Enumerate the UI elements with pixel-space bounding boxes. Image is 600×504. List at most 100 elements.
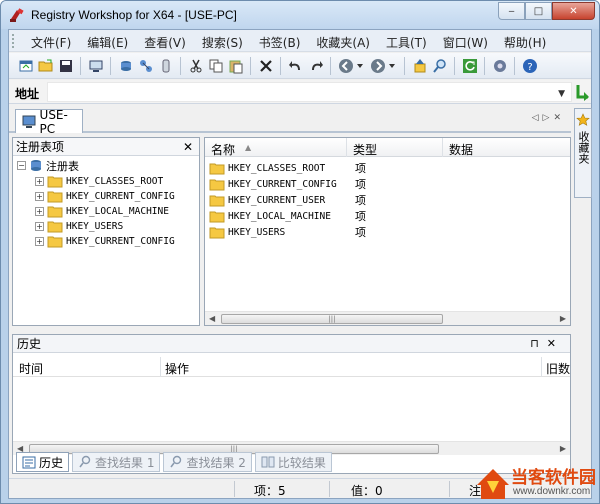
open-folder-icon[interactable] (37, 57, 55, 75)
remote-registry-icon[interactable] (87, 57, 105, 75)
favorites-label: 收藏夹 (577, 131, 590, 164)
network-icon[interactable] (137, 57, 155, 75)
settings-icon[interactable] (491, 57, 509, 75)
expand-icon[interactable]: + (35, 222, 44, 231)
forward-dropdown-icon[interactable] (387, 57, 397, 75)
find-icon[interactable] (431, 57, 449, 75)
menu-view[interactable]: 查看(V) (136, 34, 194, 51)
scroll-left-icon[interactable]: ◀ (209, 314, 215, 323)
scrollbar-thumb[interactable]: ||| (221, 314, 443, 324)
menu-window[interactable]: 窗口(W) (435, 34, 496, 51)
menu-search[interactable]: 搜索(S) (194, 34, 251, 51)
registry-key-icon[interactable] (117, 57, 135, 75)
client-area: 文件(F) 编辑(E) 查看(V) 搜索(S) 书签(B) 收藏夹(A) 工具(… (8, 29, 592, 499)
help-icon[interactable]: ? (521, 57, 539, 75)
menu-bookmarks[interactable]: 书签(B) (251, 34, 309, 51)
find-icon (79, 455, 91, 468)
address-dropdown-icon[interactable]: ▼ (558, 89, 565, 99)
history-close-icon[interactable]: ✕ (547, 337, 564, 350)
column-divider[interactable] (346, 138, 347, 157)
tree-item[interactable]: + HKEY_LOCAL_MACHINE (35, 204, 169, 219)
refresh-icon[interactable] (461, 57, 479, 75)
save-icon[interactable] (57, 57, 75, 75)
item-name: HKEY_CURRENT_CONFIG (228, 178, 337, 190)
list-item[interactable]: HKEY_CURRENT_CONFIG 项 (209, 176, 366, 192)
scroll-right-icon[interactable]: ▶ (560, 314, 566, 323)
tab-label: USE-PC (39, 107, 68, 136)
address-input[interactable]: ▼ (47, 82, 572, 102)
list-header: 名称 ▲ 类型 数据 (205, 138, 570, 157)
delete-icon[interactable] (257, 57, 275, 75)
expand-icon[interactable]: + (35, 192, 44, 201)
tree-item[interactable]: + HKEY_CURRENT_CONFIG (35, 189, 175, 204)
horizontal-scrollbar[interactable]: ◀ ||| ▶ (205, 311, 570, 325)
forward-icon[interactable] (369, 57, 387, 75)
collapse-icon[interactable]: − (17, 161, 26, 170)
column-divider[interactable] (541, 357, 542, 377)
minimize-button[interactable]: ‒ (498, 2, 525, 20)
column-time[interactable]: 时间 (19, 360, 43, 377)
back-dropdown-icon[interactable] (355, 57, 365, 75)
menu-file[interactable]: 文件(F) (23, 34, 79, 51)
favorites-side-tab[interactable]: 收藏夹 (574, 108, 592, 198)
tab-find-results-1[interactable]: 查找结果 1 (72, 452, 161, 472)
toolbar-separator (404, 57, 405, 75)
list-item[interactable]: HKEY_USERS 项 (209, 224, 366, 240)
undo-icon[interactable] (287, 57, 305, 75)
list-item[interactable]: HKEY_LOCAL_MACHINE 项 (209, 208, 366, 224)
tab-compare-results[interactable]: 比较结果 (254, 452, 332, 472)
column-divider[interactable] (442, 138, 443, 157)
window-title: Registry Workshop for X64 - [USE-PC] (31, 8, 237, 22)
toolbar: ? (9, 53, 591, 79)
redo-icon[interactable] (307, 57, 325, 75)
history-header: 历史 ⊓✕ (13, 335, 570, 353)
title-bar[interactable]: Registry Workshop for X64 - [USE-PC] ‒ □… (1, 1, 599, 29)
pin-icon[interactable]: ⊓ (530, 337, 547, 350)
column-divider[interactable] (160, 357, 161, 377)
new-window-icon[interactable] (17, 57, 35, 75)
folder-icon (209, 195, 225, 206)
list-item[interactable]: HKEY_CURRENT_USER 项 (209, 192, 366, 208)
tree-item[interactable]: + HKEY_CURRENT_CONFIG (35, 234, 175, 249)
maximize-button[interactable]: □ (525, 2, 552, 20)
up-level-icon[interactable] (411, 57, 429, 75)
expand-icon[interactable]: + (35, 177, 44, 186)
menu-tools[interactable]: 工具(T) (378, 34, 435, 51)
app-window: Registry Workshop for X64 - [USE-PC] ‒ □… (0, 0, 600, 504)
tree-item-label: HKEY_CURRENT_CONFIG (66, 236, 175, 247)
tree-item-label: HKEY_CURRENT_CONFIG (66, 191, 175, 202)
column-name[interactable]: 名称 (211, 141, 235, 158)
hive-icon[interactable] (157, 57, 175, 75)
column-operation[interactable]: 操作 (165, 360, 189, 377)
column-old-data[interactable]: 旧数据 (546, 360, 570, 377)
item-name: HKEY_CURRENT_USER (228, 194, 326, 206)
status-item-count: 项：5 (254, 484, 286, 498)
tab-use-pc[interactable]: USE-PC (15, 107, 83, 136)
column-type[interactable]: 类型 (353, 141, 377, 158)
tab-navigation-icons[interactable]: ◁▷✕ (532, 113, 565, 123)
panel-close-icon[interactable]: ✕ (183, 140, 193, 154)
expand-icon[interactable]: + (35, 237, 44, 246)
status-separator (234, 481, 235, 497)
tree-item[interactable]: + HKEY_USERS (35, 219, 123, 234)
close-button[interactable]: ✕ (552, 2, 595, 20)
list-item[interactable]: HKEY_CLASSES_ROOT 项 (209, 160, 366, 176)
status-separator (329, 481, 330, 497)
tree-root[interactable]: − 注册表 (17, 158, 79, 173)
tab-find-results-2[interactable]: 查找结果 2 (163, 452, 252, 472)
column-data[interactable]: 数据 (449, 141, 473, 158)
back-icon[interactable] (337, 57, 355, 75)
expand-icon[interactable]: + (35, 207, 44, 216)
paste-icon[interactable] (227, 57, 245, 75)
tab-history[interactable]: 历史 (16, 452, 70, 472)
item-name: HKEY_CLASSES_ROOT (228, 162, 326, 174)
cut-icon[interactable] (187, 57, 205, 75)
menu-favorites[interactable]: 收藏夹(A) (308, 34, 378, 51)
copy-icon[interactable] (207, 57, 225, 75)
tree-item-label: HKEY_CLASSES_ROOT (66, 176, 164, 187)
menu-edit[interactable]: 编辑(E) (79, 34, 136, 51)
tree-item[interactable]: + HKEY_CLASSES_ROOT (35, 174, 163, 189)
go-arrow-icon[interactable] (575, 83, 591, 101)
item-type: 项 (355, 210, 366, 223)
menu-help[interactable]: 帮助(H) (496, 34, 554, 51)
